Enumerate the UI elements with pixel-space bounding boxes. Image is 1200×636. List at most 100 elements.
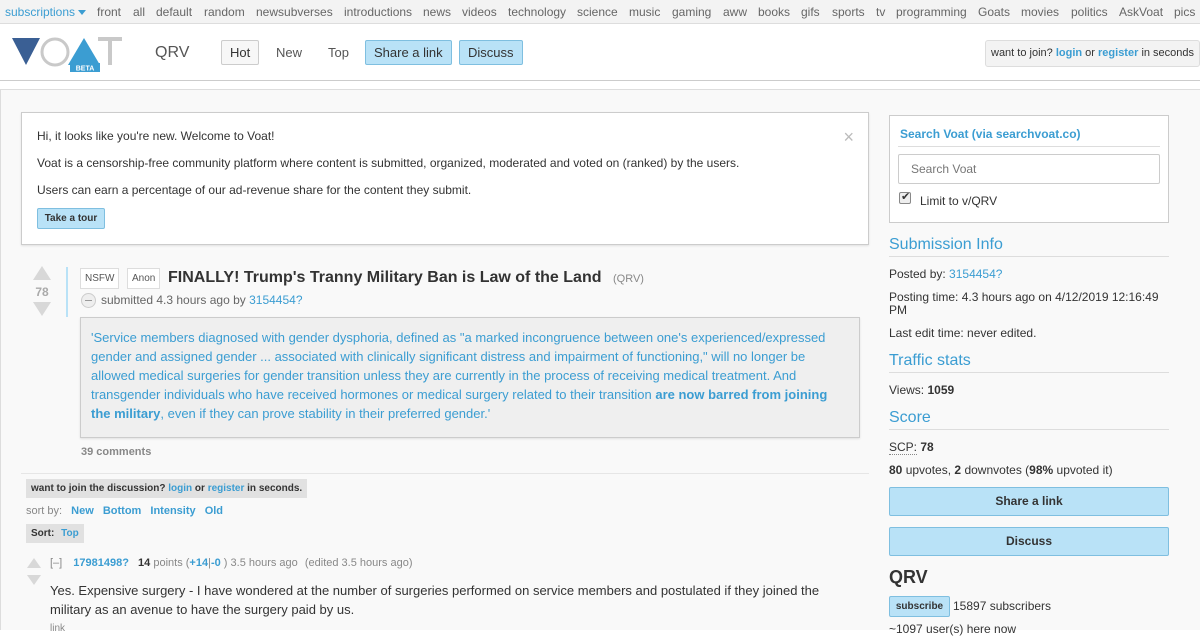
upvotes-label: upvotes, bbox=[905, 463, 952, 477]
nav-item-front[interactable]: front bbox=[97, 5, 121, 19]
search-panel: Search Voat (via searchvoat.co) Limit to… bbox=[889, 115, 1169, 223]
subscriptions-dropdown[interactable]: subscriptions bbox=[5, 5, 87, 19]
limit-checkbox[interactable] bbox=[899, 190, 911, 204]
nav-item-introductions[interactable]: introductions bbox=[344, 5, 412, 19]
sort-label: Sort: bbox=[31, 528, 55, 539]
comment-downvote-icon[interactable] bbox=[27, 575, 41, 585]
nav-item-random[interactable]: random bbox=[204, 5, 245, 19]
sort-old-link[interactable]: Old bbox=[205, 505, 223, 517]
tab-new[interactable]: New bbox=[267, 40, 311, 65]
tab-top[interactable]: Top bbox=[319, 40, 358, 65]
svg-text:BETA: BETA bbox=[76, 66, 95, 73]
take-tour-button[interactable]: Take a tour bbox=[37, 208, 105, 229]
subscriber-count: 15897 subscribers bbox=[953, 599, 1052, 613]
posted-by-link[interactable]: 3154454? bbox=[949, 267, 1002, 281]
post-author-link[interactable]: 3154454? bbox=[249, 293, 302, 307]
posted-by-label: Posted by: bbox=[889, 267, 946, 281]
login-link[interactable]: login bbox=[1056, 47, 1082, 59]
nav-item-tv[interactable]: tv bbox=[876, 5, 885, 19]
nav-item-pics[interactable]: pics bbox=[1174, 5, 1195, 19]
join-suffix: in seconds bbox=[1141, 47, 1195, 59]
post-vote-box: 78 bbox=[30, 266, 54, 321]
nav-item-movies[interactable]: movies bbox=[1021, 5, 1059, 19]
join-or: or bbox=[1085, 47, 1095, 59]
discussion-login-link[interactable]: login bbox=[168, 483, 192, 494]
chevron-down-icon bbox=[78, 10, 87, 16]
post-domain[interactable]: (QRV) bbox=[613, 273, 644, 285]
close-icon[interactable]: × bbox=[843, 127, 854, 148]
post-body-text-2: , even if they can prove stability in th… bbox=[160, 406, 491, 421]
post-body: 'Service members diagnosed with gender d… bbox=[80, 317, 860, 438]
comment-upvote-icon[interactable] bbox=[27, 558, 41, 568]
subscribe-button[interactable]: subscribe bbox=[889, 596, 950, 617]
sort-new-link[interactable]: New bbox=[71, 505, 94, 517]
nav-item-science[interactable]: science bbox=[577, 5, 618, 19]
register-link[interactable]: register bbox=[1098, 47, 1138, 59]
sort-top-link[interactable]: Top bbox=[61, 528, 79, 539]
sort-by-bar: sort by: New Bottom Intensity Old bbox=[26, 505, 223, 517]
discuss-button[interactable]: Discuss bbox=[459, 40, 523, 65]
nav-item-books[interactable]: books bbox=[758, 5, 790, 19]
comment-points-label: points ( bbox=[153, 557, 190, 569]
collapse-icon[interactable] bbox=[81, 293, 96, 308]
search-input[interactable] bbox=[898, 154, 1160, 184]
nav-item-programming[interactable]: programming bbox=[896, 5, 967, 19]
upvote-arrow-icon[interactable] bbox=[33, 266, 51, 280]
join-prefix: want to join? bbox=[991, 47, 1053, 59]
nav-item-politics[interactable]: politics bbox=[1071, 5, 1108, 19]
downvote-arrow-icon[interactable] bbox=[33, 302, 51, 316]
comment-user-link[interactable]: 17981498? bbox=[73, 557, 129, 569]
views-label: Views: bbox=[889, 383, 925, 397]
current-sort-box: Sort: Top bbox=[26, 524, 84, 543]
comment-vote-box bbox=[27, 558, 41, 588]
nav-item-default[interactable]: default bbox=[156, 5, 192, 19]
comment-collapse[interactable]: [–] bbox=[50, 557, 62, 569]
welcome-line-3: Users can earn a percentage of our ad-re… bbox=[37, 183, 472, 197]
post-accent-bar bbox=[66, 267, 68, 317]
site-header: BETA QRV Hot New Top Share a link Discus… bbox=[0, 25, 1200, 81]
nav-item-gaming[interactable]: gaming bbox=[672, 5, 711, 19]
comment-links[interactable]: link bbox=[50, 623, 65, 634]
nav-item-sports[interactable]: sports bbox=[832, 5, 865, 19]
nav-item-aww[interactable]: aww bbox=[723, 5, 747, 19]
voat-logo[interactable]: BETA bbox=[10, 35, 125, 75]
views-count: 1059 bbox=[927, 383, 955, 397]
nav-item-newsubverses[interactable]: newsubverses bbox=[256, 5, 333, 19]
share-link-button[interactable]: Share a link bbox=[365, 40, 452, 65]
sort-intensity-link[interactable]: Intensity bbox=[150, 505, 195, 517]
nav-item-all[interactable]: all bbox=[133, 5, 145, 19]
submission-info-heading: Submission Info bbox=[889, 236, 1169, 257]
sidebar-share-link-button[interactable]: Share a link bbox=[889, 487, 1169, 516]
vote-breakdown: 80 upvotes, 2 downvotes (98% upvoted it) bbox=[889, 464, 1169, 477]
join-discussion-prefix: want to join the discussion? bbox=[31, 483, 166, 494]
sort-bottom-link[interactable]: Bottom bbox=[103, 505, 142, 517]
post-meta: submitted 4.3 hours ago by 3154454? bbox=[101, 293, 303, 307]
nsfw-tag: NSFW bbox=[80, 268, 120, 289]
last-edit-time: Last edit time: never edited. bbox=[889, 326, 1037, 340]
subverse-heading[interactable]: QRV bbox=[889, 567, 928, 588]
welcome-line-2: Voat is a censorship-free community plat… bbox=[37, 156, 740, 170]
comment-upcount: +14 bbox=[189, 557, 209, 569]
subscriptions-label: subscriptions bbox=[5, 5, 76, 19]
scp-label: SCP: bbox=[889, 440, 918, 455]
nav-item-music[interactable]: music bbox=[629, 5, 660, 19]
upvoted-pct: 98% bbox=[1029, 463, 1054, 477]
discussion-register-link[interactable]: register bbox=[208, 483, 245, 494]
sidebar-discuss-button[interactable]: Discuss bbox=[889, 527, 1169, 556]
join-discussion-or: or bbox=[194, 483, 205, 494]
comment-time: ) 3.5 hours ago bbox=[223, 557, 298, 569]
nav-item-videos[interactable]: videos bbox=[462, 5, 497, 19]
comments-link[interactable]: 39 comments bbox=[81, 446, 151, 458]
downvotes-label: downvotes ( bbox=[964, 463, 1030, 477]
nav-item-askvoat[interactable]: AskVoat bbox=[1119, 5, 1163, 19]
score-heading: Score bbox=[889, 409, 1169, 430]
nav-item-technology[interactable]: technology bbox=[508, 5, 566, 19]
posted-by: Posted by: 3154454? bbox=[889, 268, 1169, 281]
nav-item-goats[interactable]: Goats bbox=[978, 5, 1010, 19]
search-title[interactable]: Search Voat (via searchvoat.co) bbox=[900, 127, 1081, 141]
subverse-name[interactable]: QRV bbox=[155, 44, 189, 62]
post-title[interactable]: FINALLY! Trump's Tranny Military Ban is … bbox=[168, 269, 602, 287]
nav-item-news[interactable]: news bbox=[423, 5, 451, 19]
tab-hot[interactable]: Hot bbox=[221, 40, 260, 65]
nav-item-gifs[interactable]: gifs bbox=[801, 5, 820, 19]
